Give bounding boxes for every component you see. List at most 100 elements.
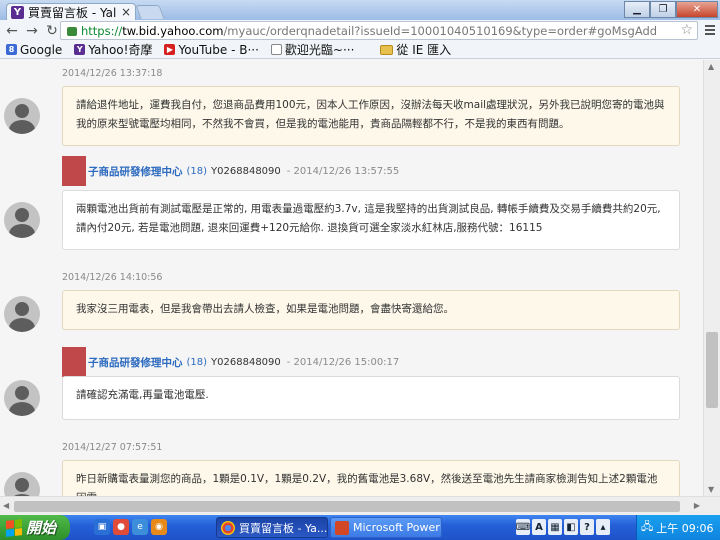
yahoo-favicon-icon: Y: [11, 5, 24, 19]
shop-badge-icon: [62, 347, 86, 377]
bookmark-youtube[interactable]: ▶ YouTube - B···: [164, 42, 259, 57]
reload-icon: ↻: [46, 22, 58, 39]
ime-icon[interactable]: ▦: [548, 519, 562, 535]
vertical-scrollbar[interactable]: ▲ ▼: [703, 60, 720, 496]
horizontal-scrollbar[interactable]: ◀ ▶: [0, 496, 720, 515]
bookmark-welcome[interactable]: 歡迎光臨~···: [270, 41, 355, 58]
task-label: 買賣留言板 - Ya...: [239, 521, 328, 535]
task-label: Microsoft PowerP...: [353, 521, 441, 534]
shop-name-link[interactable]: 子商品研發修理中心: [88, 164, 183, 179]
avatar: [4, 296, 40, 332]
chrome-icon: [221, 520, 235, 535]
buyer-message: 請給退件地址，運費我自付，您退商品費用100元，因本人工作原因，沒辦法每天收ma…: [62, 86, 680, 146]
ie-icon[interactable]: e: [132, 519, 148, 535]
bookmark-label: 從 IE 匯入: [396, 43, 452, 57]
avatar: [4, 380, 40, 416]
tray-arrow-icon[interactable]: ▴: [596, 519, 610, 535]
language-indicator[interactable]: A: [532, 519, 546, 535]
browser-tab[interactable]: Y 買賣留言板 - Yal ×: [6, 3, 136, 20]
windows-logo-icon: [6, 518, 22, 537]
lock-icon: [67, 27, 77, 36]
buyer-message: 我家沒三用電表，但是我會帶出去請人檢查，如果是電池問題，會盡快寄還給您。: [62, 290, 680, 330]
powerpoint-icon: [335, 520, 349, 535]
message-timestamp: 2014/12/27 07:57:51: [62, 442, 163, 453]
avatar: [4, 472, 40, 496]
message-timestamp: - 2014/12/26 15:00:17: [286, 356, 400, 368]
folder-icon: [380, 44, 394, 55]
address-bar[interactable]: https:// tw.bid.yahoo.com /myauc/orderqn…: [60, 21, 698, 40]
bookmark-label: YouTube - B···: [178, 42, 259, 57]
yahoo-icon: Y: [74, 44, 86, 55]
bookmark-label: Google: [20, 42, 63, 57]
shop-badge-icon: [62, 156, 86, 186]
minimize-icon: ▁: [633, 4, 641, 15]
seller-id: Y0268848090: [211, 165, 281, 177]
close-window-button[interactable]: ✕: [676, 1, 718, 18]
bookmark-yahoo[interactable]: Y Yahoo!奇摩: [74, 41, 152, 58]
network-icon[interactable]: 🖧: [641, 518, 653, 537]
scroll-down-icon[interactable]: ▼: [708, 485, 714, 494]
message-timestamp: 2014/12/26 14:10:56: [62, 272, 163, 283]
bookmark-star-icon[interactable]: ☆: [680, 22, 693, 38]
restore-icon: ❐: [658, 4, 668, 15]
back-button[interactable]: ←: [2, 21, 22, 40]
show-desktop-icon[interactable]: ▣: [94, 519, 110, 535]
avatar: [4, 98, 40, 134]
input-method-icon[interactable]: ⌨: [516, 519, 530, 535]
browser-window: Y 買賣留言板 - Yal × ▁ ❐ ✕ ← → ↻ https:// tw.…: [0, 0, 720, 515]
bookmark-ie-import[interactable]: 從 IE 匯入: [380, 41, 451, 58]
taskbar-button-powerpoint[interactable]: Microsoft PowerP...: [330, 517, 442, 538]
page-icon: [270, 44, 282, 55]
scroll-left-icon[interactable]: ◀: [3, 501, 9, 510]
menu-icon[interactable]: [702, 22, 718, 38]
bookmark-label: 歡迎光臨~···: [284, 43, 355, 57]
quick-launch: ▣ ● e ◉: [94, 519, 167, 535]
seller-message: 兩顆電池出貨前有測試電壓是正常的, 用電表量過電壓約3.7v, 這是我堅持的出貨…: [62, 190, 680, 250]
start-label: 開始: [26, 519, 57, 537]
bookmarks-bar: 8 Google Y Yahoo!奇摩 ▶ YouTube - B··· 歡迎光…: [0, 41, 720, 59]
seller-header: 子商品研發修理中心 (18) Y0268848090 - 2014/12/26 …: [62, 156, 399, 186]
tray-icons: ⌨ A ▦ ◧ ? ▴: [516, 519, 610, 535]
bookmark-label: Yahoo!奇摩: [88, 43, 153, 57]
buyer-message: 昨日新購電表量測您的商品，1顆是0.1V，1顆是0.2V，我的舊電池是3.68V…: [62, 460, 680, 496]
bookmark-google[interactable]: 8 Google: [6, 43, 62, 57]
tab-close-icon[interactable]: ×: [121, 5, 131, 19]
url-scheme: https://: [81, 23, 123, 38]
back-arrow-icon: ←: [6, 22, 18, 39]
message-timestamp: 2014/12/26 13:37:18: [62, 68, 163, 79]
window-controls: ▁ ❐ ✕: [624, 1, 718, 18]
restore-button[interactable]: ❐: [650, 1, 676, 18]
forward-button[interactable]: →: [22, 21, 42, 40]
avatar: [4, 202, 40, 238]
reload-button[interactable]: ↻: [42, 21, 62, 40]
title-bar: Y 買賣留言板 - Yal × ▁ ❐ ✕: [0, 0, 720, 20]
start-button[interactable]: 開始: [0, 515, 70, 540]
help-icon[interactable]: ?: [580, 519, 594, 535]
taskbar: 開始 ▣ ● e ◉ 買賣留言板 - Ya... Microsoft Power…: [0, 515, 720, 540]
seller-rating[interactable]: (18): [187, 357, 208, 368]
message-timestamp: - 2014/12/26 13:57:55: [286, 165, 400, 177]
seller-id: Y0268848090: [211, 356, 281, 368]
browser-toolbar: ← → ↻ https:// tw.bid.yahoo.com /myauc/o…: [0, 20, 720, 41]
message-board: 2014/12/26 13:37:18 請給退件地址，運費我自付，您退商品費用1…: [0, 60, 703, 496]
youtube-icon: ▶: [164, 44, 176, 55]
scrollbar-thumb[interactable]: [14, 501, 680, 512]
url-host: tw.bid.yahoo.com: [122, 23, 224, 38]
close-icon: ✕: [692, 4, 702, 15]
clock[interactable]: 上午 09:06: [656, 520, 713, 536]
scroll-up-icon[interactable]: ▲: [708, 62, 714, 71]
ime-toggle-icon[interactable]: ◧: [564, 519, 578, 535]
scroll-right-icon[interactable]: ▶: [694, 501, 700, 510]
scrollbar-thumb[interactable]: [706, 332, 718, 408]
chrome-icon[interactable]: ●: [113, 519, 129, 535]
seller-rating[interactable]: (18): [187, 166, 208, 177]
tab-title: 買賣留言板 - Yal: [28, 5, 117, 20]
taskbar-button-chrome[interactable]: 買賣留言板 - Ya...: [216, 517, 328, 538]
new-tab-button[interactable]: [135, 5, 165, 19]
shop-name-link[interactable]: 子商品研發修理中心: [88, 355, 183, 370]
minimize-button[interactable]: ▁: [624, 1, 650, 18]
firefox-icon[interactable]: ◉: [151, 519, 167, 535]
seller-header: 子商品研發修理中心 (18) Y0268848090 - 2014/12/26 …: [62, 347, 399, 377]
system-tray: 🖧 上午 09:06: [636, 515, 720, 540]
forward-arrow-icon: →: [26, 22, 38, 39]
